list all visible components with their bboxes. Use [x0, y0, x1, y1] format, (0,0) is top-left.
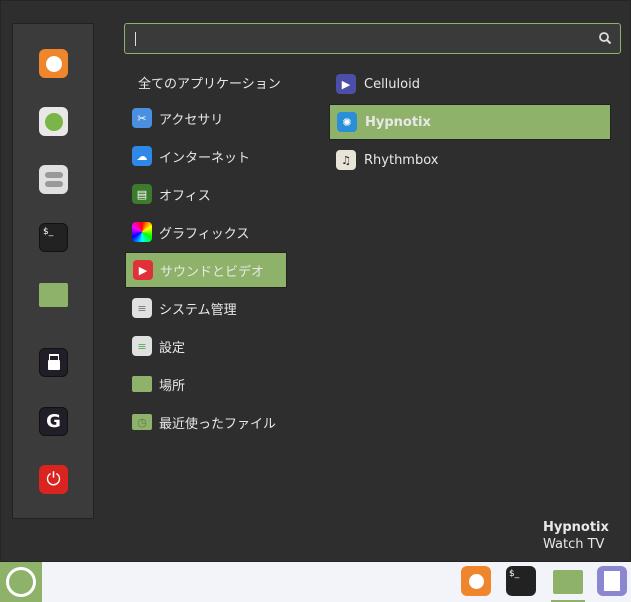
app-rhythmbox[interactable]: ♫ Rhythmbox — [329, 142, 611, 178]
application-menu: $_ G ⏻ 全てのアプリケーション ✂ アクセサリ ☁ インターネット ▤ オフィス… — [0, 0, 631, 562]
app-label: Rhythmbox — [364, 152, 439, 168]
search-icon — [599, 32, 612, 45]
text-cursor — [135, 32, 136, 46]
category-label: 場所 — [159, 378, 186, 394]
office-icon: ▤ — [132, 184, 152, 204]
category-label: 最近使ったファイル — [159, 416, 277, 432]
celluloid-icon: ▶ — [336, 74, 356, 94]
lock-screen-button[interactable] — [39, 348, 68, 377]
firefox-icon — [468, 573, 484, 589]
category-label: オフィス — [159, 188, 211, 204]
category-places[interactable]: 場所 — [125, 366, 287, 402]
category-recent-files[interactable]: ◷ 最近使ったファイル — [125, 404, 287, 440]
shutdown-button[interactable]: ⏻ — [39, 465, 68, 494]
linux-mint-logo-icon — [6, 567, 36, 597]
category-office[interactable]: ▤ オフィス — [125, 176, 287, 212]
taskbar: $_ — [0, 562, 631, 602]
firefox-button[interactable] — [39, 49, 68, 78]
toggle-icon — [44, 181, 63, 187]
taskbar-terminal[interactable]: $_ — [506, 566, 536, 596]
category-sound-video[interactable]: ▶ サウンドとビデオ — [125, 252, 287, 288]
category-graphics[interactable]: グラフィックス — [125, 214, 287, 250]
category-internet[interactable]: ☁ インターネット — [125, 138, 287, 174]
category-all-applications[interactable]: 全てのアプリケーション — [125, 64, 287, 100]
settings-icon: ≡ — [132, 336, 152, 356]
system-settings-button[interactable] — [39, 165, 68, 194]
search-input[interactable] — [124, 23, 621, 54]
lock-icon — [47, 360, 60, 370]
category-label: 設定 — [159, 340, 186, 356]
menu-button[interactable] — [0, 562, 42, 602]
firefox-icon — [45, 55, 62, 72]
category-label: アクセサリ — [159, 112, 224, 128]
app-label: Celluloid — [364, 76, 420, 92]
category-label: 全てのアプリケーション — [138, 76, 281, 92]
app-label: Hypnotix — [365, 114, 431, 130]
text-editor-icon — [604, 571, 620, 591]
terminal-icon: $_ — [509, 569, 520, 579]
favorites-sidebar: $_ G ⏻ — [12, 23, 94, 519]
app-hypnotix[interactable]: ✺ Hypnotix — [329, 104, 611, 140]
scissors-icon: ✂ — [132, 108, 152, 128]
description-subtitle: Watch TV — [543, 537, 605, 552]
cloud-icon: ☁ — [132, 146, 152, 166]
recent-folder-icon: ◷ — [132, 414, 152, 430]
files-button[interactable] — [39, 283, 68, 307]
category-administration[interactable]: ≡ システム管理 — [125, 290, 287, 326]
category-label: インターネット — [159, 150, 251, 166]
play-icon: ▶ — [133, 260, 153, 280]
hypnotix-icon: ✺ — [337, 112, 357, 132]
terminal-button[interactable]: $_ — [39, 223, 68, 252]
taskbar-firefox[interactable] — [461, 566, 491, 596]
toggle-icon — [44, 172, 63, 178]
app-description: Hypnotix Watch TV — [543, 519, 609, 553]
logout-button[interactable]: G — [39, 407, 68, 436]
app-celluloid[interactable]: ▶ Celluloid — [329, 66, 611, 102]
graphics-icon — [132, 222, 152, 242]
terminal-icon: $_ — [43, 227, 54, 237]
software-manager-icon — [44, 112, 63, 131]
toggle-icon: ≡ — [132, 298, 152, 318]
software-manager-button[interactable] — [39, 107, 68, 136]
category-accessories[interactable]: ✂ アクセサリ — [125, 100, 287, 136]
power-icon: ⏻ — [46, 469, 61, 490]
rhythmbox-icon: ♫ — [336, 150, 356, 170]
folder-icon — [132, 376, 152, 392]
category-preferences[interactable]: ≡ 設定 — [125, 328, 287, 364]
taskbar-text-editor[interactable] — [597, 566, 627, 596]
description-title: Hypnotix — [543, 520, 609, 535]
logout-icon: G — [46, 411, 61, 432]
category-label: グラフィックス — [159, 226, 250, 242]
category-label: システム管理 — [159, 302, 237, 318]
taskbar-files[interactable] — [553, 570, 583, 594]
category-label: サウンドとビデオ — [160, 264, 265, 280]
